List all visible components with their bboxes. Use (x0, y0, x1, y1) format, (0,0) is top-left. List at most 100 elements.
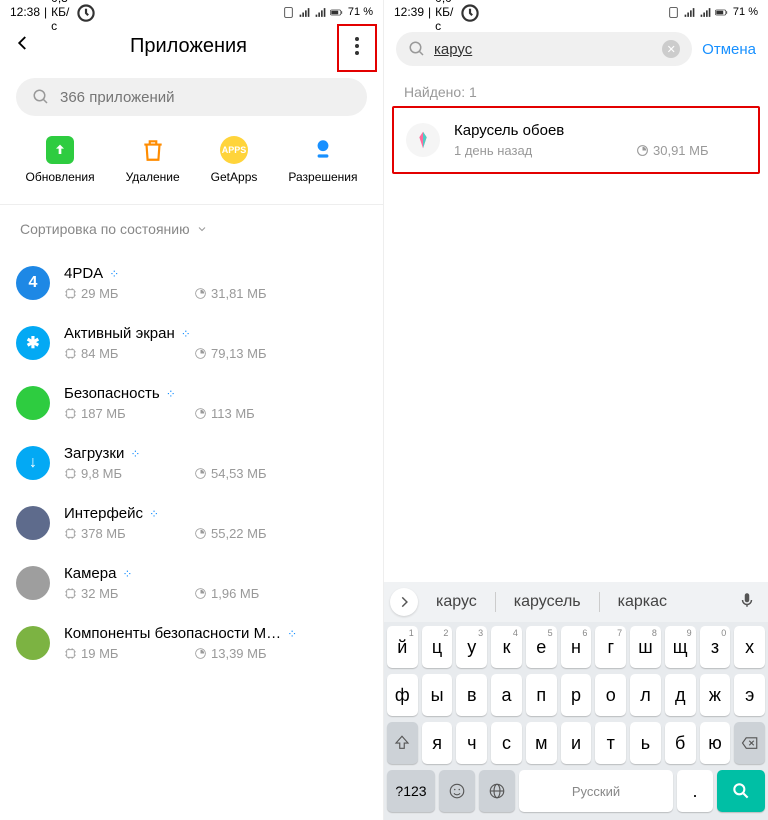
key[interactable]: у3 (456, 626, 487, 668)
emoji-key[interactable] (439, 770, 475, 812)
sim-icon (282, 6, 295, 19)
key[interactable]: щ9 (665, 626, 696, 668)
key[interactable]: б (665, 722, 696, 764)
status-time: 12:39 (394, 5, 424, 19)
key[interactable]: э (734, 674, 765, 716)
numeric-key[interactable]: ?123 (387, 770, 435, 812)
shift-icon (393, 734, 411, 752)
key[interactable]: н6 (561, 626, 592, 668)
app-row[interactable]: Безопасность⁘187 МБ113 МБ (16, 373, 367, 433)
search-bar[interactable] (16, 78, 367, 116)
kb-row: фывапролджэ (387, 674, 765, 716)
cat-label: Разрешения (288, 170, 357, 184)
cat-updates[interactable]: Обновления (26, 136, 95, 184)
app-size: 31,81 МБ (194, 286, 284, 301)
loading-icon: ⁘ (109, 267, 118, 281)
clear-button[interactable]: ✕ (662, 40, 680, 58)
key[interactable]: х (734, 626, 765, 668)
key[interactable]: к4 (491, 626, 522, 668)
key[interactable]: п (526, 674, 557, 716)
found-count: Найдено: 1 (384, 74, 768, 106)
cat-getapps[interactable]: APPS GetApps (211, 136, 258, 184)
cat-uninstall[interactable]: Удаление (126, 136, 180, 184)
search-input-box[interactable]: ✕ (396, 32, 692, 66)
search-icon (731, 781, 751, 801)
key[interactable]: в (456, 674, 487, 716)
mic-button[interactable] (732, 591, 762, 614)
app-size: 79,13 МБ (194, 346, 284, 361)
backspace-key[interactable] (734, 722, 765, 764)
key[interactable]: я (422, 722, 453, 764)
cat-permissions[interactable]: Разрешения (288, 136, 357, 184)
loading-icon: ⁘ (287, 627, 296, 641)
battery-icon (715, 6, 728, 19)
suggestion[interactable]: каркас (606, 589, 679, 615)
key[interactable]: ш8 (630, 626, 661, 668)
kb-row: ячсмитьбю (387, 722, 765, 764)
app-row[interactable]: Компоненты безопасности M…⁘19 МБ13,39 МБ (16, 613, 367, 673)
key[interactable]: г7 (595, 626, 626, 668)
key[interactable]: р (561, 674, 592, 716)
key[interactable]: ф (387, 674, 418, 716)
key[interactable]: ц2 (422, 626, 453, 668)
key[interactable]: о (595, 674, 626, 716)
app-row[interactable]: ↓Загрузки⁘9,8 МБ54,53 МБ (16, 433, 367, 493)
loading-icon: ⁘ (166, 387, 175, 401)
key[interactable]: ч (456, 722, 487, 764)
shift-key[interactable] (387, 722, 418, 764)
key[interactable]: д (665, 674, 696, 716)
app-row[interactable]: Интерфейс⁘378 МБ55,22 МБ (16, 493, 367, 553)
app-size: 1,96 МБ (194, 586, 284, 601)
suggestion[interactable]: карусель (502, 589, 593, 615)
key[interactable]: ю (700, 722, 731, 764)
cat-label: Удаление (126, 170, 180, 184)
key[interactable]: т (595, 722, 626, 764)
key[interactable]: з0 (700, 626, 731, 668)
key[interactable]: й1 (387, 626, 418, 668)
result-row[interactable]: Карусель обоев 1 день назад 30,91 МБ (402, 116, 750, 164)
app-icon (16, 626, 50, 660)
expand-suggestions[interactable] (390, 588, 418, 616)
key[interactable]: ь (630, 722, 661, 764)
app-name: Камера (64, 565, 116, 582)
key[interactable]: ж (700, 674, 731, 716)
app-row[interactable]: 44PDA⁘29 МБ31,81 МБ (16, 253, 367, 313)
app-icon (16, 386, 50, 420)
app-row[interactable]: Камера⁘32 МБ1,96 МБ (16, 553, 367, 613)
highlight-box: Карусель обоев 1 день назад 30,91 МБ (392, 106, 760, 174)
sort-dropdown[interactable]: Сортировка по состоянию (0, 205, 383, 253)
suggestion[interactable]: карус (424, 589, 489, 615)
page-title: Приложения (32, 35, 345, 58)
search-field[interactable] (434, 41, 654, 58)
key[interactable]: е5 (526, 626, 557, 668)
app-name: Безопасность (64, 385, 160, 402)
kb-row: й1ц2у3к4е5н6г7ш8щ9з0х (387, 626, 765, 668)
key[interactable]: ы (422, 674, 453, 716)
cancel-link[interactable]: Отмена (702, 41, 756, 58)
key[interactable]: л (630, 674, 661, 716)
search-input[interactable] (60, 89, 351, 106)
app-icon: 4 (16, 266, 50, 300)
key[interactable]: м (526, 722, 557, 764)
period-key[interactable]: . (677, 770, 713, 812)
search-key[interactable] (717, 770, 765, 812)
loading-icon: ⁘ (130, 447, 139, 461)
key[interactable]: с (491, 722, 522, 764)
app-icon (16, 566, 50, 600)
result-area: Карусель обоев 1 день назад 30,91 МБ (384, 106, 768, 174)
app-row[interactable]: ✱Активный экран⁘84 МБ79,13 МБ (16, 313, 367, 373)
app-list: 44PDA⁘29 МБ31,81 МБ✱Активный экран⁘84 МБ… (0, 253, 383, 673)
space-key[interactable]: Русский (519, 770, 673, 812)
globe-icon (488, 782, 506, 800)
signal2-icon (314, 6, 327, 19)
back-button[interactable] (14, 34, 32, 58)
category-row: Обновления Удаление APPS GetApps Разреше… (0, 130, 383, 194)
storage-icon (636, 144, 649, 157)
chevron-left-icon (14, 34, 32, 52)
suggestion-bar: карус карусель каркас (384, 582, 768, 622)
key[interactable]: а (491, 674, 522, 716)
status-time: 12:38 (10, 5, 40, 19)
cat-label: GetApps (211, 170, 258, 184)
key[interactable]: и (561, 722, 592, 764)
language-key[interactable] (479, 770, 515, 812)
